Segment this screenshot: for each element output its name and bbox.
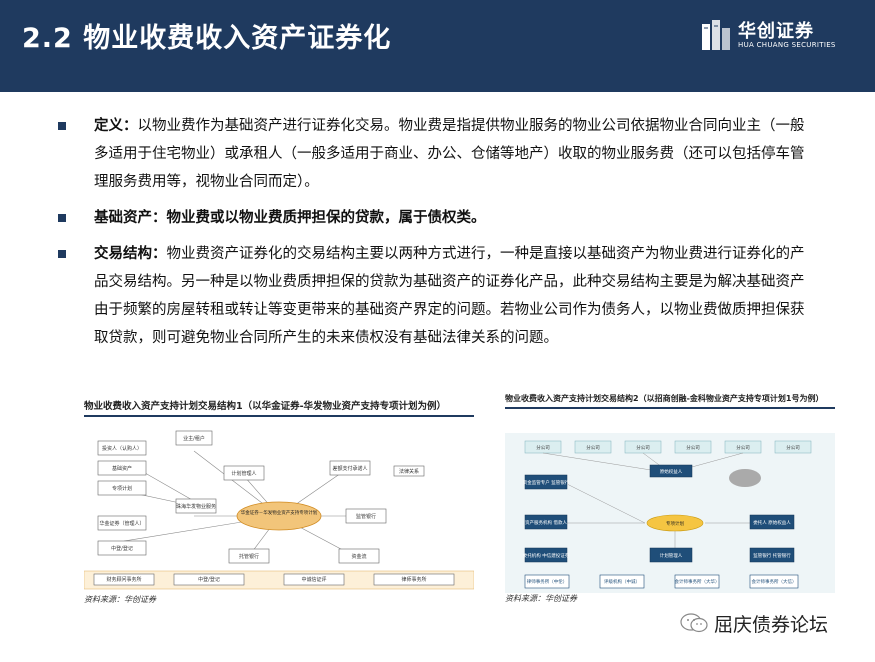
diagram-1-node: 中登/登记 — [111, 545, 133, 552]
diagram-1-node: 资金流 — [351, 553, 366, 560]
logo-chinese-name: 华创证券 — [738, 21, 814, 42]
diagram-2-top-node: 分公司 — [686, 444, 700, 451]
square-bullet-icon — [58, 250, 66, 258]
bullet-text: 物业费或以物业费质押担保的贷款，属于债权类。 — [166, 210, 486, 226]
diagram-2-left-node: 资产服务机构 借款人 — [525, 519, 567, 526]
diagram-2-middle-node: 计划管理人 — [660, 552, 683, 559]
diagram-2-bottom-node: 评级机构（中诚） — [604, 578, 640, 585]
diagram-1-canvas: 华金证券－华发物业资产支持专项计划 业主/租户 计划管理人 差额支付承诺人 监管… — [83, 430, 475, 590]
diagram-1-center-node — [236, 501, 322, 531]
diagram-1-divider — [84, 415, 474, 417]
diagram-1-center-label: 华金证券－华发物业资产支持专项计划 — [241, 509, 318, 516]
bullet-key: 定义： — [94, 118, 138, 134]
structure-diagram-2: 物业收费收入资产支持计划交易结构2（以招商创融-金科物业资产支持专项计划1号为例… — [505, 393, 835, 608]
diagram-2-bottom-node: 律师事务所（中伦） — [527, 578, 568, 585]
bullet-list: 定义：以物业费作为基础资产进行证券化交易。物业费是指提供物业服务的物业公司依据物… — [58, 112, 818, 360]
diagram-2-top-node: 分公司 — [736, 444, 750, 451]
diagram-1-node: 华金证券（管理人） — [99, 520, 144, 527]
diagram-2-left-node: 委托机构 中信建投证券 — [523, 552, 570, 559]
wechat-icon — [680, 613, 708, 633]
diagram-2-middle-node: 原始权益人 — [660, 468, 683, 475]
diagram-1-service-node: 律师事务所 — [401, 576, 426, 583]
bullet-transaction-structure: 交易结构：物业费资产证券化的交易结构主要以两种方式进行，一种是直接以基础资产为物… — [58, 240, 818, 352]
wechat-watermark: 屈庆债券论坛 — [680, 608, 860, 638]
bullet-text: 以物业费作为基础资产进行证券化交易。物业费是指提供物业服务的物业公司依据物业合同… — [94, 118, 805, 190]
diagram-1-service-node: 财务顾问事务所 — [106, 576, 141, 583]
structure-diagram-1: 物业收费收入资产支持计划交易结构1（以华金证券-华发物业资产支持专项计划为例） … — [83, 398, 475, 608]
square-bullet-icon — [58, 122, 66, 130]
logo-english-name: HUA CHUANG SECURITIES — [738, 41, 836, 49]
slide-header: 2.2 物业收费收入资产证券化 华创证券 HUA CHUANG SECURITI… — [0, 0, 875, 92]
diagram-2-right-node: 监管银行 托管银行 — [753, 552, 791, 559]
diagram-2-top-node: 分公司 — [636, 444, 650, 451]
diagram-2-bank-node — [729, 469, 761, 487]
diagram-1-node: 珠海华发物业服务 — [176, 503, 216, 510]
diagram-2-right-node: 委托人 原始权益人 — [753, 519, 791, 526]
diagram-1-node: 业主/租户 — [183, 435, 205, 442]
company-logo: 华创证券 HUA CHUANG SECURITIES — [700, 18, 840, 54]
diagram-2-title: 物业收费收入资产支持计划交易结构2（以招商创融-金科物业资产支持专项计划1号为例… — [505, 394, 824, 403]
diagram-1-node: 基础资产 — [112, 465, 132, 472]
diagram-2-top-node: 分公司 — [586, 444, 600, 451]
diagram-2-bottom-node: 会计师事务所（大华） — [675, 578, 720, 585]
diagram-1-source: 资料来源：华创证券 — [84, 595, 156, 604]
bullet-key: 基础资产： — [94, 210, 167, 226]
diagram-2-top-node: 分公司 — [536, 444, 550, 451]
diagram-1-node: 托管银行 — [239, 553, 259, 560]
square-bullet-icon — [58, 214, 66, 222]
watermark-text: 屈庆债券论坛 — [714, 614, 829, 636]
diagram-2-top-node: 分公司 — [786, 444, 800, 451]
slide-title: 2.2 物业收费收入资产证券化 — [22, 23, 392, 54]
bullet-definition: 定义：以物业费作为基础资产进行证券化交易。物业费是指提供物业服务的物业公司依据物… — [58, 112, 818, 196]
diagram-1-node: 法律关系 — [399, 468, 419, 475]
bullet-underlying-asset: 基础资产：物业费或以物业费质押担保的贷款，属于债权类。 — [58, 204, 818, 232]
diagram-1-node: 差额支付承诺人 — [332, 465, 367, 472]
diagram-2-divider — [505, 407, 835, 409]
diagram-1-title: 物业收费收入资产支持计划交易结构1（以华金证券-华发物业资产支持专项计划为例） — [84, 401, 447, 412]
bullet-text: 物业费资产证券化的交易结构主要以两种方式进行，一种是直接以基础资产为物业费进行证… — [94, 246, 805, 346]
diagram-1-service-node: 中登/登记 — [198, 576, 220, 583]
diagram-2-source: 资料来源：华创证券 — [505, 594, 577, 603]
diagram-1-service-node: 中诚信证评 — [301, 576, 326, 583]
bullet-key: 交易结构： — [94, 246, 167, 262]
diagram-2-canvas: 分公司 分公司 分公司 分公司 分公司 分公司 资金监管专户 监管银行 资产服务… — [505, 433, 835, 593]
diagram-1-node: 监管银行 — [356, 513, 376, 520]
diagram-1-node: 专项计划 — [112, 485, 132, 492]
diagram-1-node: 计划管理人 — [231, 470, 256, 477]
diagram-2-bottom-node: 会计师事务所（大信） — [752, 578, 797, 585]
diagram-2-left-node: 资金监管专户 监管银行 — [523, 479, 570, 486]
logo-mark-icon — [702, 20, 730, 50]
diagram-2-center-label: 专项计划 — [666, 520, 684, 527]
diagram-1-node: 投资人（认购人） — [102, 445, 142, 452]
